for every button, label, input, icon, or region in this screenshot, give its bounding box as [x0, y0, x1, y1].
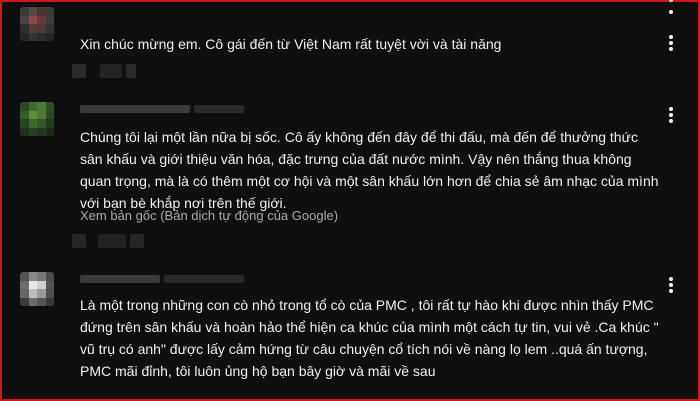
- screenshot-frame: Xin chúc mừng em. Cô gái đến từ Việt Nam…: [0, 0, 700, 401]
- timestamp[interactable]: [164, 275, 244, 283]
- more-options-icon[interactable]: [666, 0, 676, 16]
- more-vertical-icon[interactable]: [666, 33, 676, 53]
- dislike-icon[interactable]: [100, 64, 122, 78]
- more-vertical-icon[interactable]: [666, 275, 676, 295]
- see-original-link[interactable]: Xem bản gốc (Bản dịch tự động của Google…: [80, 206, 338, 226]
- reply-button[interactable]: [126, 64, 136, 78]
- avatar: [20, 102, 54, 136]
- like-icon[interactable]: [72, 64, 86, 78]
- comment-text: Là một trong những con cò nhỏ trong tổ c…: [80, 297, 659, 379]
- author-name[interactable]: [80, 275, 160, 283]
- like-icon[interactable]: [72, 234, 86, 248]
- more-vertical-icon[interactable]: [666, 105, 676, 125]
- avatar: [20, 7, 54, 41]
- dislike-icon[interactable]: [98, 234, 126, 248]
- author-name[interactable]: [80, 105, 190, 113]
- timestamp[interactable]: [194, 105, 244, 113]
- avatar: [20, 272, 54, 306]
- comment-text: Xin chúc mừng em. Cô gái đến từ Việt Nam…: [80, 36, 502, 52]
- comment-text: Chúng tôi lại một lần nữa bị sốc. Cô ấy …: [80, 129, 659, 211]
- reply-button[interactable]: [130, 234, 144, 248]
